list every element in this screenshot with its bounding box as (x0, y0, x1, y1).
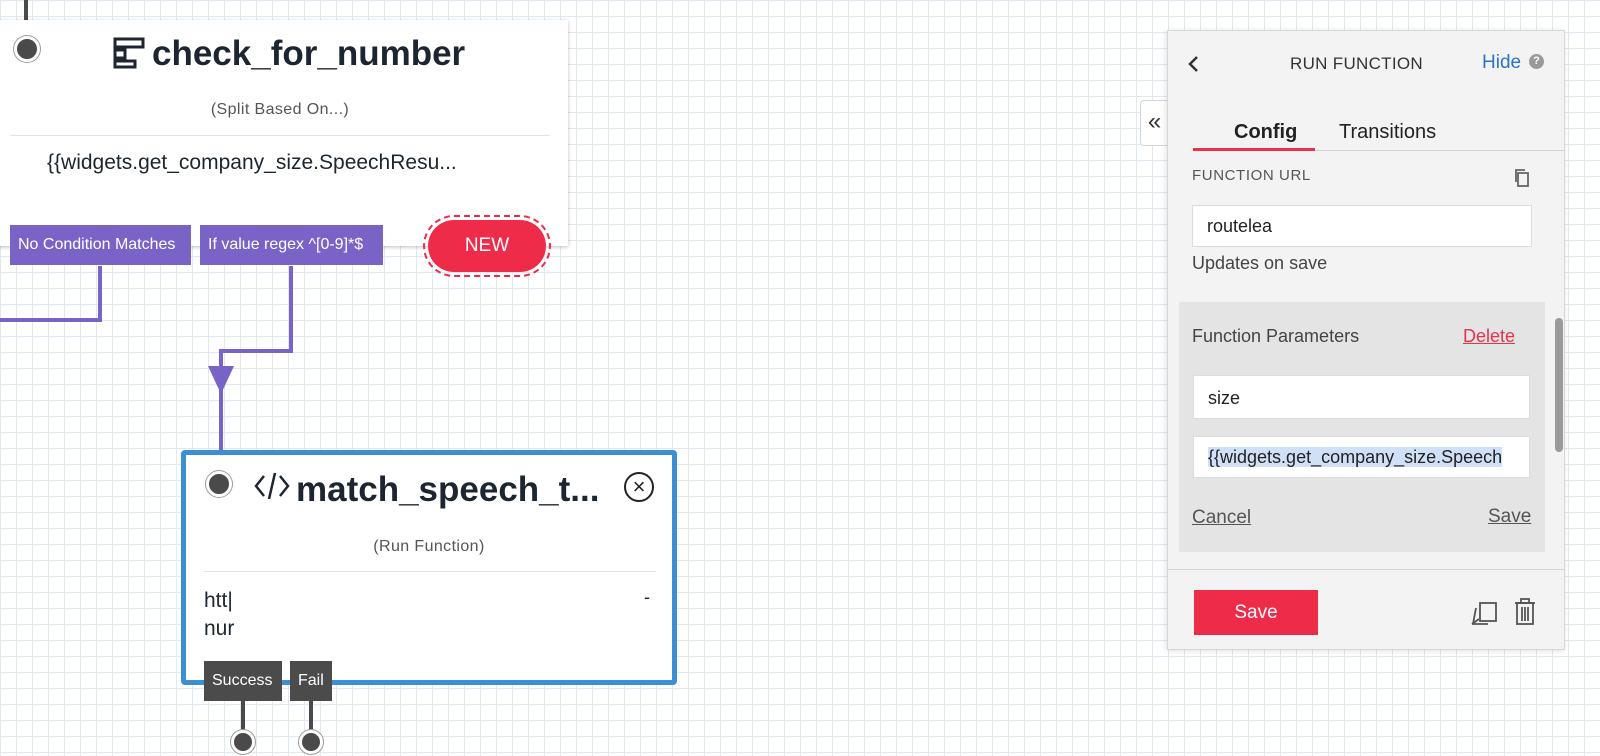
run-widget-divider (204, 571, 656, 572)
run-widget-body-line2: nur (204, 617, 235, 640)
run-widget-body-right: - (644, 587, 650, 607)
close-circle-icon[interactable]: × (624, 472, 654, 502)
new-transition-button[interactable]: NEW (423, 215, 551, 277)
run-widget-title: match_speech_t... (296, 470, 600, 509)
run-widget-subtitle: (Run Function) (373, 538, 485, 555)
split-widget-value: {{widgets.get_company_size.SpeechResu... (47, 151, 457, 174)
wire-arrow (208, 366, 234, 394)
split-widget-subtitle: (Split Based On...) (210, 101, 350, 118)
transition-fail[interactable]: Fail (290, 661, 332, 701)
transition-success[interactable]: Success (204, 661, 282, 701)
function-icon (254, 470, 290, 502)
collapse-panel-icon[interactable]: « (1140, 100, 1168, 146)
function-url-label: FUNCTION URL (1192, 167, 1311, 184)
tab-transitions[interactable]: Transitions (1339, 121, 1436, 144)
panel-footer-rule (1167, 569, 1565, 570)
split-icon (112, 36, 146, 70)
regex-wire (219, 266, 293, 450)
split-widget-divider (10, 135, 550, 136)
parameter-value-text: {{widgets.get_company_size.Speech (1208, 447, 1503, 467)
split-widget-title: check_for_number (152, 34, 466, 73)
function-url-hint: Updates on save (1192, 253, 1328, 273)
hide-panel-link[interactable]: Hide (1482, 52, 1521, 74)
transition-no-condition-matches[interactable]: No Condition Matches (10, 225, 191, 265)
no-match-wire (0, 266, 102, 322)
parameter-key-input[interactable]: size (1193, 375, 1530, 419)
run-widget-body-line1: htt| (204, 589, 233, 612)
save-widget-button[interactable]: Save (1194, 590, 1318, 635)
parameter-value-input[interactable]: {{widgets.get_company_size.Speech (1193, 436, 1530, 478)
cancel-parameter-link[interactable]: Cancel (1192, 507, 1251, 529)
tab-config[interactable]: Config (1234, 121, 1297, 144)
panel-title: RUN FUNCTION (1290, 54, 1423, 73)
function-url-input[interactable]: routelea (1192, 205, 1532, 247)
success-port[interactable] (231, 730, 255, 754)
duplicate-icon[interactable] (1471, 600, 1499, 626)
copy-icon[interactable] (1513, 168, 1531, 188)
run-widget-handle[interactable] (206, 471, 232, 497)
delete-parameter-link[interactable]: Delete (1463, 326, 1515, 347)
help-icon[interactable]: ? (1529, 54, 1544, 69)
trash-icon[interactable] (1513, 598, 1537, 626)
transition-if-value-regex[interactable]: If value regex ^[0-9]*$ (200, 225, 383, 265)
save-parameter-link[interactable]: Save (1488, 506, 1531, 528)
split-widget-handle[interactable] (14, 36, 40, 62)
back-chevron-icon[interactable] (1186, 54, 1202, 74)
function-parameters-title: Function Parameters (1192, 326, 1360, 346)
active-tab-underline (1193, 148, 1315, 151)
panel-scrollbar[interactable] (1555, 318, 1563, 452)
fail-port[interactable] (299, 730, 323, 754)
